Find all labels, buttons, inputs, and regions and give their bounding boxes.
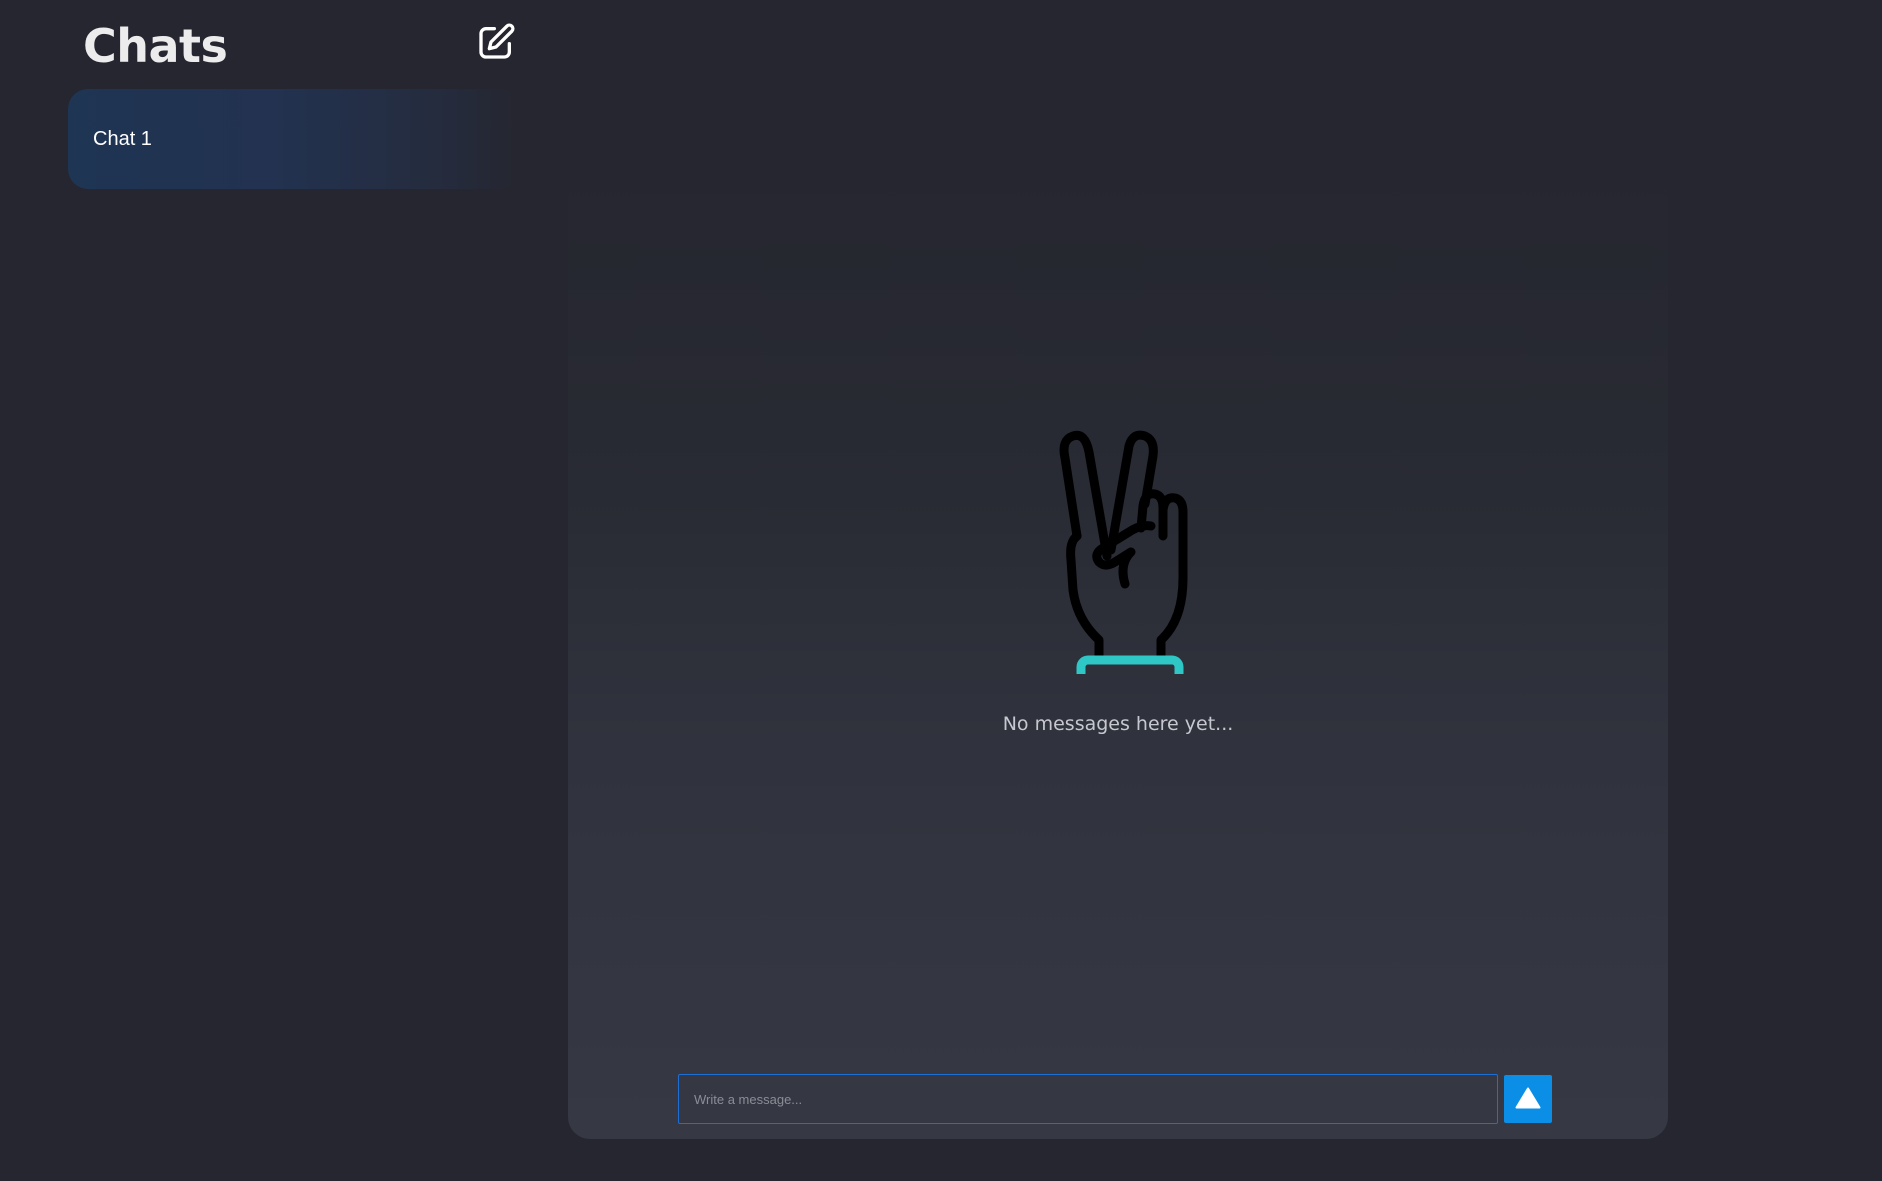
chat-app: Chats Chat 1 No messages here yet... Wri…	[0, 0, 1882, 1181]
peace-hand-icon	[1041, 424, 1195, 691]
message-composer	[678, 1074, 1554, 1124]
chat-list-item[interactable]: Chat 1	[68, 89, 520, 189]
message-input[interactable]	[678, 1074, 1498, 1124]
chat-list: Chat 1	[68, 89, 520, 189]
chat-item-label: Chat 1	[93, 127, 152, 150]
empty-state-text: No messages here yet...	[1002, 713, 1234, 735]
send-button[interactable]	[1504, 1075, 1552, 1123]
new-chat-button[interactable]	[473, 20, 519, 66]
empty-state: No messages here yet...	[568, 424, 1668, 735]
sidebar-title: Chats	[83, 19, 228, 73]
triangle-up-icon	[1515, 1087, 1541, 1112]
sidebar: Chats Chat 1	[0, 0, 540, 1181]
conversation-panel: No messages here yet...	[568, 150, 1668, 1139]
edit-square-icon	[476, 22, 516, 65]
sidebar-header: Chats	[83, 16, 519, 76]
